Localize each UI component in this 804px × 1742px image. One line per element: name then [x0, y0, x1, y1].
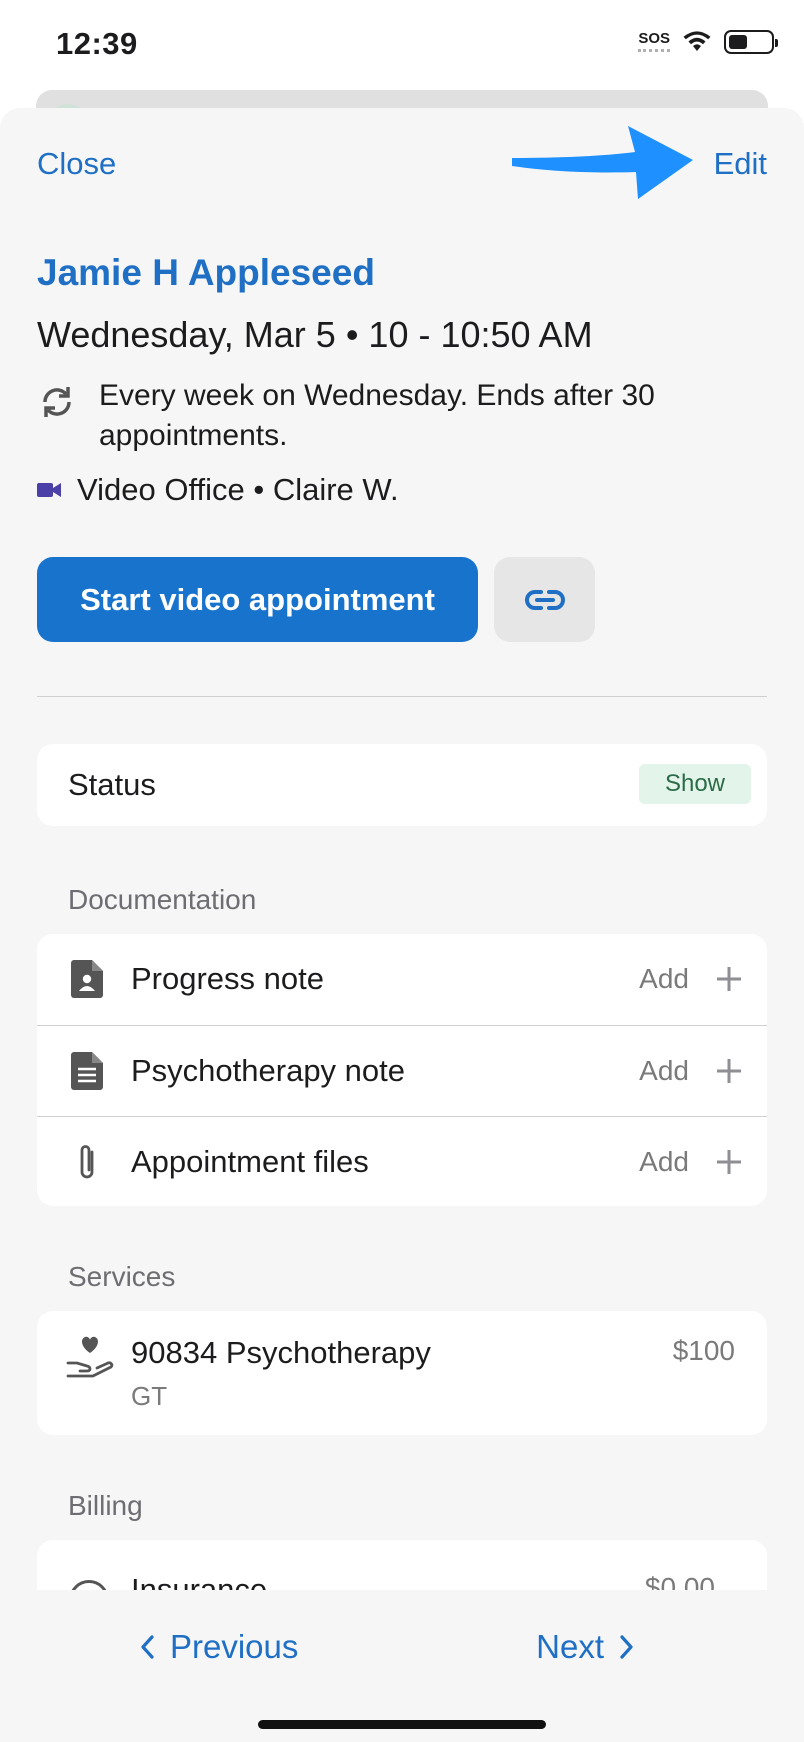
- services-section-title: Services: [68, 1261, 176, 1292]
- service-name: 90834 Psychotherapy: [131, 1335, 431, 1370]
- previous-button[interactable]: Previous: [140, 1628, 298, 1666]
- sos-indicator: SOS: [638, 31, 670, 52]
- status-badge: Show: [639, 764, 751, 804]
- location-row: Video Office • Claire W.: [37, 472, 399, 508]
- client-name-link[interactable]: Jamie H Appleseed: [37, 252, 375, 294]
- plus-icon[interactable]: [715, 1057, 743, 1085]
- service-modifier: GT: [131, 1381, 168, 1411]
- next-label: Next: [536, 1628, 604, 1665]
- edit-button[interactable]: Edit: [714, 146, 767, 182]
- billing-section-title: Billing: [68, 1490, 143, 1521]
- previous-label: Previous: [170, 1628, 299, 1665]
- home-indicator[interactable]: [258, 1720, 546, 1729]
- progress-note-row[interactable]: Progress note Add: [37, 934, 767, 1024]
- add-psychotherapy-note-button[interactable]: Add: [639, 1055, 689, 1087]
- battery-icon: [724, 30, 778, 54]
- psychotherapy-note-row[interactable]: Psychotherapy note Add: [37, 1025, 767, 1115]
- close-button[interactable]: Close: [37, 146, 116, 182]
- psychotherapy-note-icon: [67, 1051, 107, 1091]
- doc-item-label: Progress note: [131, 961, 324, 996]
- service-item-card[interactable]: 90834 Psychotherapy GT $100: [37, 1311, 767, 1435]
- progress-note-icon: [67, 959, 107, 999]
- video-camera-icon: [37, 483, 61, 497]
- wifi-icon: [683, 31, 711, 51]
- recurrence-row: Every week on Wednesday. Ends after 30 a…: [37, 376, 757, 456]
- status-time: 12:39: [56, 26, 138, 61]
- next-button[interactable]: Next: [536, 1628, 634, 1666]
- status-card[interactable]: Status Show: [37, 744, 767, 826]
- appointment-sheet: Close Edit Jamie H Appleseed Wednesday, …: [0, 108, 804, 1742]
- chevron-left-icon: [141, 1635, 154, 1659]
- doc-item-label: Psychotherapy note: [131, 1052, 406, 1088]
- recurrence-text: Every week on Wednesday. Ends after 30 a…: [99, 379, 655, 452]
- paperclip-icon: [67, 1142, 107, 1182]
- documentation-card: Progress note Add Psychotherapy note Add: [37, 934, 767, 1206]
- status-bar: 12:39 SOS: [0, 0, 804, 90]
- appointment-files-row[interactable]: Appointment files Add: [37, 1116, 767, 1206]
- status-icons: SOS: [638, 30, 778, 54]
- link-icon: [524, 589, 565, 610]
- appointment-date-time: Wednesday, Mar 5 • 10 - 10:50 AM: [37, 314, 593, 355]
- appointment-screen: 12:39 SOS Close Edit Jamie H Appleseed W…: [0, 0, 804, 1742]
- plus-icon[interactable]: [715, 965, 743, 993]
- hand-heart-icon: [66, 1336, 114, 1378]
- copy-link-button[interactable]: [494, 557, 595, 642]
- doc-item-label: Appointment files: [131, 1143, 369, 1179]
- status-label: Status: [68, 767, 156, 802]
- arrow-annotation-icon: [512, 126, 693, 199]
- service-price: $100: [672, 1335, 735, 1366]
- repeat-icon: [43, 387, 71, 417]
- divider: [37, 696, 767, 697]
- plus-icon[interactable]: [715, 1148, 743, 1176]
- documentation-section-title: Documentation: [68, 884, 257, 915]
- location-text: Video Office • Claire W.: [77, 472, 399, 507]
- add-appointment-files-button[interactable]: Add: [639, 1146, 689, 1178]
- add-progress-note-button[interactable]: Add: [639, 963, 689, 995]
- chevron-right-icon: [620, 1635, 633, 1659]
- start-video-appointment-button[interactable]: Start video appointment: [37, 557, 478, 642]
